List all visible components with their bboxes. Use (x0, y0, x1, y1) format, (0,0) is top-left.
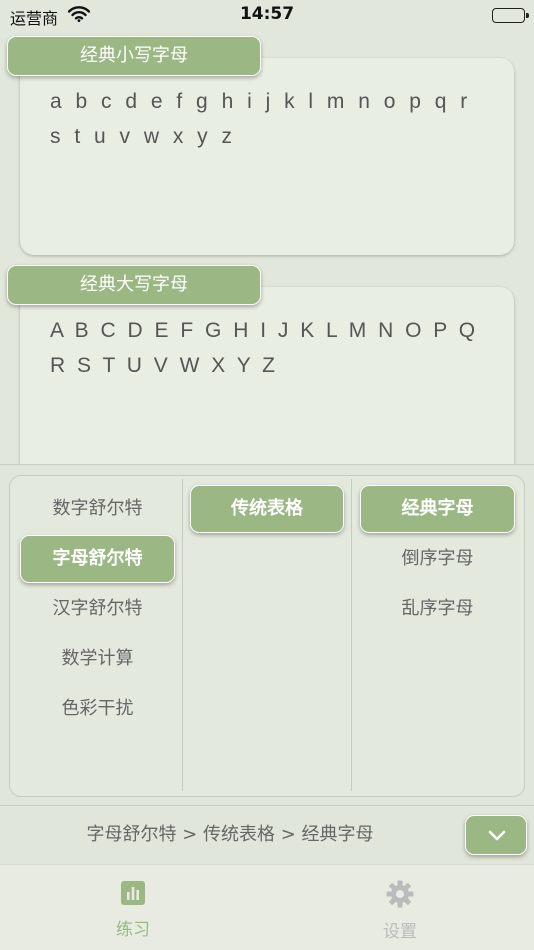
uppercase-letters-card: A B C D E F G H I J K L M N O P Q R S T … (20, 287, 514, 477)
breadcrumb: 字母舒尔特 > 传统表格 > 经典字母 (86, 824, 374, 845)
picker-item-math[interactable]: 数学计算 (20, 639, 175, 679)
collapse-picker-button[interactable] (465, 815, 527, 855)
lowercase-section-title: 经典小写字母 (7, 36, 261, 76)
picker-divider (182, 479, 183, 791)
picker-item-number-schulte[interactable]: 数字舒尔特 (20, 489, 175, 529)
tab-settings-label: 设置 (383, 922, 417, 942)
breadcrumb-divider (0, 805, 534, 806)
tab-settings[interactable]: 设置 (340, 879, 460, 942)
picker-item-classic-letters[interactable]: 经典字母 (360, 485, 515, 533)
picker-item-color-interference[interactable]: 色彩干扰 (20, 689, 175, 729)
picker-item-shuffled-letters[interactable]: 乱序字母 (360, 589, 515, 629)
chart-icon (121, 881, 145, 905)
clock: 14:57 (239, 4, 295, 24)
chevron-down-icon (488, 830, 506, 841)
lowercase-letters-card: a b c d e f g h i j k l m n o p q r s t … (20, 58, 514, 255)
uppercase-letters-text: A B C D E F G H I J K L M N O P Q R S T … (50, 319, 479, 377)
gear-icon (386, 880, 414, 908)
battery-icon (492, 8, 529, 23)
picker-divider (351, 479, 352, 791)
picker-item-letter-schulte[interactable]: 字母舒尔特 (20, 535, 175, 583)
picker-item-chinese-schulte[interactable]: 汉字舒尔特 (20, 589, 175, 629)
tab-practice-label: 练习 (116, 920, 150, 940)
lowercase-letters-text: a b c d e f g h i j k l m n o p q r s t … (50, 90, 472, 148)
tab-practice[interactable]: 练习 (73, 879, 193, 940)
status-bar: 运营商 14:57 (0, 0, 534, 32)
picker-item-traditional-table[interactable]: 传统表格 (190, 485, 344, 533)
tab-bar: 练习 设置 (0, 864, 534, 950)
uppercase-section-title: 经典大写字母 (7, 265, 261, 305)
picker-item-reverse-letters[interactable]: 倒序字母 (360, 539, 515, 579)
